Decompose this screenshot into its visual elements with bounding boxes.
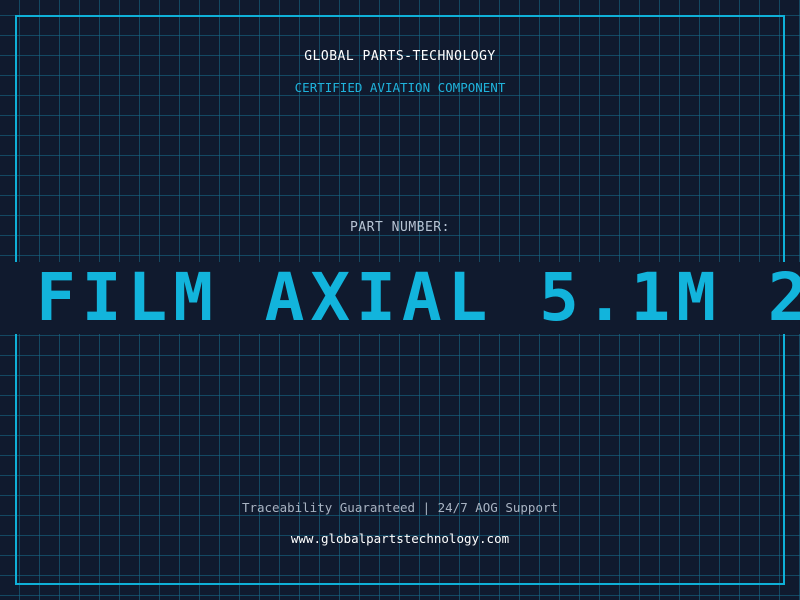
certification-tagline: CERTIFIED AVIATION COMPONENT (294, 80, 506, 95)
service-assurance: Traceability Guaranteed | 24/7 AOG Suppo… (241, 500, 559, 515)
part-number-band: FILM AXIAL 5.1M 2 (0, 262, 800, 334)
part-number-label: PART NUMBER: (350, 220, 450, 235)
company-name: GLOBAL PARTS-TECHNOLOGY (304, 49, 496, 64)
website-url: www.globalpartstechnology.com (290, 531, 510, 546)
part-number-value: FILM AXIAL 5.1M 2 (36, 262, 800, 334)
